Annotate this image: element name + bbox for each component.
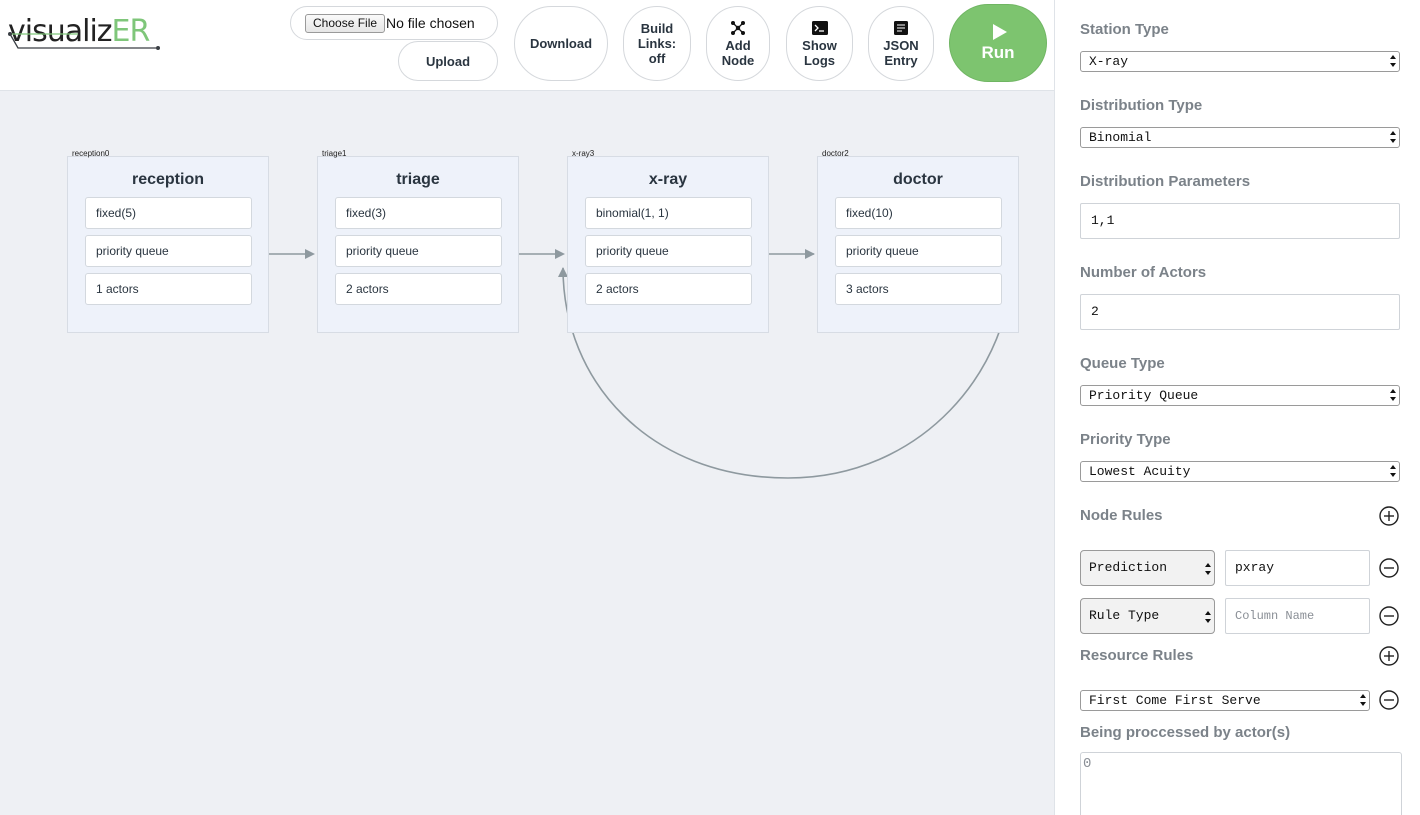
station-type-value: X-ray xyxy=(1089,54,1129,69)
node-queue: priority queue xyxy=(85,235,252,267)
node-doctor[interactable]: doctor2 doctor fixed(10) priority queue … xyxy=(817,149,1019,333)
rule-value-input[interactable]: pxray xyxy=(1225,550,1370,586)
download-button[interactable]: Download xyxy=(514,6,608,81)
add-node-button[interactable]: Add Node xyxy=(706,6,770,81)
select-arrows-icon xyxy=(1390,389,1396,401)
play-icon xyxy=(993,23,1007,40)
rule-type-value: Rule Type xyxy=(1089,608,1160,623)
distribution-type-label: Distribution Type xyxy=(1080,97,1203,114)
node-id: x-ray3 xyxy=(572,149,595,158)
show-logs-label-1: Show xyxy=(802,37,837,53)
node-distribution: binomial(1, 1) xyxy=(585,197,752,229)
build-links-label-2: Links: xyxy=(637,36,677,51)
json-entry-label-1: JSON xyxy=(883,37,919,53)
queue-type-label: Queue Type xyxy=(1080,355,1165,372)
run-button[interactable]: Run xyxy=(949,4,1047,82)
rule-type-select[interactable]: Rule Type xyxy=(1080,598,1215,634)
remove-rule-icon[interactable] xyxy=(1379,558,1399,578)
show-logs-label-2: Logs xyxy=(803,52,836,68)
distribution-type-value: Binomial xyxy=(1089,130,1152,145)
node-id: reception0 xyxy=(72,149,110,158)
node-title: reception xyxy=(131,171,204,188)
node-actors: 2 actors xyxy=(335,273,502,305)
download-label: Download xyxy=(529,36,593,51)
build-links-label-1: Build xyxy=(640,21,674,36)
node-title: doctor xyxy=(893,171,943,188)
node-rules-label: Node Rules xyxy=(1080,507,1163,524)
show-logs-button[interactable]: Show Logs xyxy=(786,6,853,81)
priority-type-label: Priority Type xyxy=(1080,431,1171,448)
node-distribution: fixed(5) xyxy=(85,197,252,229)
queue-type-value: Priority Queue xyxy=(1089,388,1199,403)
rule-type-value: Prediction xyxy=(1089,560,1168,575)
node-queue: priority queue xyxy=(585,235,752,267)
num-actors-input[interactable]: 2 xyxy=(1080,294,1400,330)
remove-resource-rule-icon[interactable] xyxy=(1379,690,1399,710)
node-id: triage1 xyxy=(322,149,347,158)
select-arrows-icon xyxy=(1360,694,1366,706)
distribution-type-select[interactable]: Binomial xyxy=(1080,127,1400,148)
queue-type-select[interactable]: Priority Queue xyxy=(1080,385,1400,406)
station-type-select[interactable]: X-ray xyxy=(1080,51,1400,72)
upload-button[interactable]: Upload xyxy=(398,41,498,81)
rule-type-select[interactable]: Prediction xyxy=(1080,550,1215,586)
node-actors: 2 actors xyxy=(585,273,752,305)
add-node-label-1: Add xyxy=(725,37,751,53)
column-name-input[interactable]: Column Name xyxy=(1225,598,1370,634)
json-entry-icon xyxy=(894,20,908,35)
build-links-button[interactable]: Build Links: off xyxy=(623,6,691,81)
resource-rule-value: First Come First Serve xyxy=(1089,693,1261,708)
node-queue: priority queue xyxy=(335,235,502,267)
node-title: x-ray xyxy=(648,171,688,188)
processed-by-textarea[interactable]: 0 xyxy=(1080,752,1402,815)
resource-rule-select[interactable]: First Come First Serve xyxy=(1080,690,1370,711)
node-queue: priority queue xyxy=(835,235,1002,267)
graph-canvas[interactable]: reception0 reception fixed(5) priority q… xyxy=(0,92,1054,815)
add-node-label-2: Node xyxy=(721,52,755,68)
toolbar: visualizER Choose File No file chosen Up… xyxy=(0,0,1054,91)
node-distribution: fixed(10) xyxy=(835,197,1002,229)
num-actors-label: Number of Actors xyxy=(1080,264,1207,281)
node-triage[interactable]: triage1 triage fixed(3) priority queue 2… xyxy=(317,149,519,333)
distribution-params-label: Distribution Parameters xyxy=(1080,173,1251,190)
logo: visualizER xyxy=(8,14,160,54)
file-status: No file chosen xyxy=(386,15,475,31)
json-entry-button[interactable]: JSON Entry xyxy=(868,6,934,81)
node-id: doctor2 xyxy=(822,149,849,158)
resource-rules-label: Resource Rules xyxy=(1080,647,1194,664)
select-arrows-icon xyxy=(1390,131,1396,143)
node-reception[interactable]: reception0 reception fixed(5) priority q… xyxy=(67,149,269,333)
add-resource-rule-icon[interactable] xyxy=(1379,646,1399,666)
processed-by-label: Being proccessed by actor(s) xyxy=(1080,724,1291,741)
choose-file-button[interactable]: Choose File xyxy=(305,14,386,33)
node-actors: 1 actors xyxy=(85,273,252,305)
node-distribution: fixed(3) xyxy=(335,197,502,229)
run-label: Run xyxy=(981,42,1015,62)
select-arrows-icon xyxy=(1390,55,1396,67)
distribution-params-input[interactable]: 1,1 xyxy=(1080,203,1400,239)
terminal-icon xyxy=(811,20,828,35)
priority-type-select[interactable]: Lowest Acuity xyxy=(1080,461,1400,482)
build-links-state: off xyxy=(648,51,666,66)
select-arrows-icon xyxy=(1390,465,1396,477)
select-arrows-icon xyxy=(1205,611,1211,623)
add-node-icon xyxy=(731,20,745,35)
node-properties-panel: Station Type X-ray Distribution Type Bin… xyxy=(1054,0,1420,815)
remove-rule-icon[interactable] xyxy=(1379,606,1399,626)
select-arrows-icon xyxy=(1205,563,1211,575)
node-xray[interactable]: x-ray3 x-ray binomial(1, 1) priority que… xyxy=(567,149,769,333)
station-type-label: Station Type xyxy=(1080,21,1169,38)
priority-type-value: Lowest Acuity xyxy=(1089,464,1191,479)
add-node-rule-icon[interactable] xyxy=(1379,506,1399,526)
node-title: triage xyxy=(396,171,440,188)
node-actors: 3 actors xyxy=(835,273,1002,305)
json-entry-label-2: Entry xyxy=(884,52,918,68)
file-picker[interactable]: Choose File No file chosen xyxy=(290,6,498,40)
